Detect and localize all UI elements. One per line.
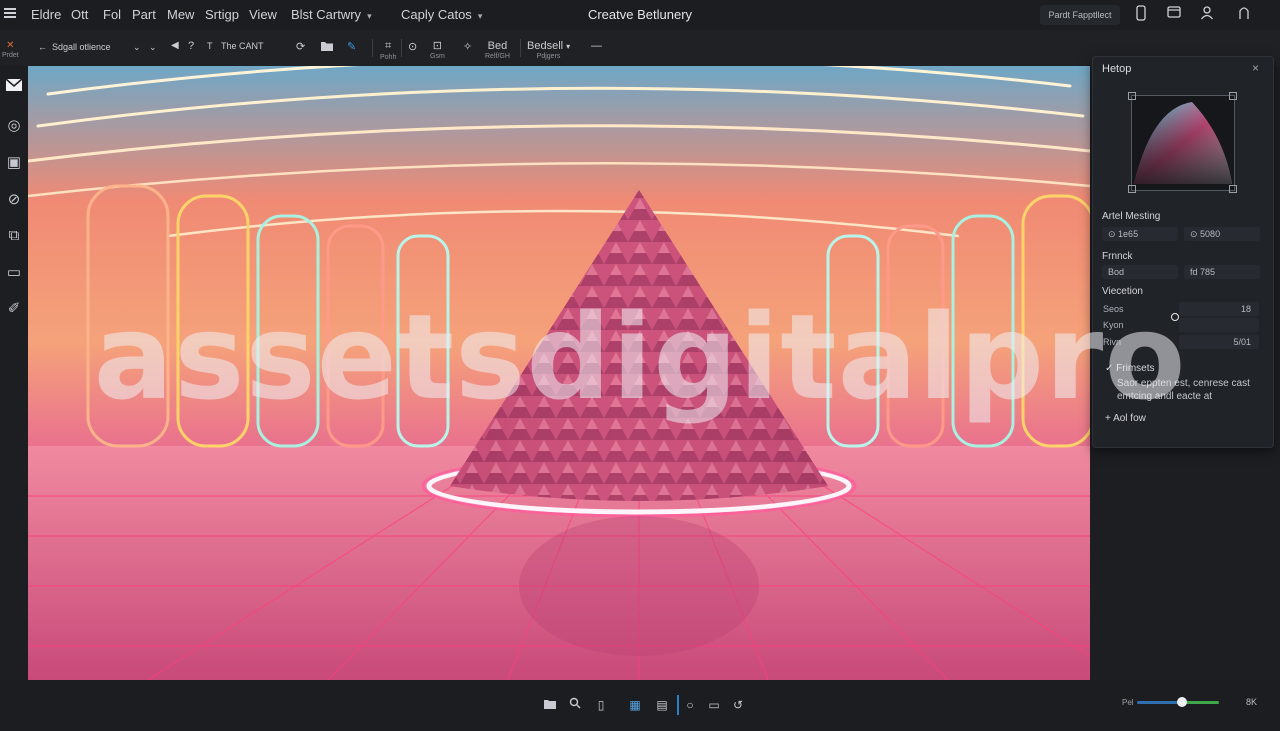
- picker-handle[interactable]: [1229, 185, 1237, 193]
- slider-knob[interactable]: [1171, 313, 1179, 321]
- row-label: Seos: [1103, 304, 1124, 314]
- target-icon[interactable]: ⊙: [408, 40, 417, 53]
- user-icon[interactable]: [1199, 5, 1215, 25]
- breadcrumb[interactable]: Sdgall otlience: [52, 42, 111, 52]
- display-icon[interactable]: ▭: [4, 263, 24, 283]
- tool-icon: ✕: [6, 40, 15, 51]
- toolbar: ✕ Prdet ← Sdgall otlience ⌄ ⌄ ◀ ? T The …: [0, 30, 1280, 67]
- section-artel-mesting[interactable]: Artel Mesting: [1102, 211, 1160, 222]
- section-frimsets[interactable]: ✓ Frimsets: [1105, 363, 1155, 374]
- dropper-icon[interactable]: ✎: [347, 40, 356, 53]
- status-bar: ▯ ▦ ▤ ○ ▭ ↺ Pel 8K: [0, 680, 1280, 731]
- menu-bar: Eldre Ott Fol Part Mew Srtigp View Blst …: [0, 0, 1280, 30]
- close-icon[interactable]: ×: [1252, 61, 1259, 75]
- section-title: Frnnck: [1102, 251, 1133, 262]
- grid-icon[interactable]: ▦: [626, 696, 644, 714]
- color-triangle: [1134, 102, 1232, 184]
- picker-handle[interactable]: [1128, 92, 1136, 100]
- picker-handle[interactable]: [1229, 92, 1237, 100]
- grid-icon: ⌗: [385, 40, 392, 52]
- play-back-icon[interactable]: ◀: [171, 40, 179, 51]
- circle-icon[interactable]: ○: [681, 696, 699, 714]
- search-input[interactable]: Pardt Fapptllect: [1040, 5, 1120, 25]
- field-a[interactable]: ⊙ 1e65: [1102, 227, 1178, 241]
- field-rivn[interactable]: 5/01: [1179, 335, 1259, 349]
- section-title: Viecetion: [1102, 286, 1143, 297]
- chevron-down-icon: ▾: [566, 42, 571, 51]
- picker-handle[interactable]: [1128, 185, 1136, 193]
- name-field[interactable]: The CANT: [221, 41, 264, 51]
- magic-icon[interactable]: ✧: [463, 40, 472, 53]
- section-title: Frimsets: [1116, 363, 1155, 374]
- folder-icon[interactable]: [320, 40, 334, 55]
- tool-pohh-label: Pohh: [380, 54, 397, 61]
- target-icon[interactable]: ◎: [4, 116, 24, 136]
- canvas-viewport[interactable]: [28, 66, 1090, 680]
- chevron-down-icon[interactable]: ⌄: [149, 42, 157, 53]
- minus-icon[interactable]: —: [591, 40, 602, 52]
- text-tool-icon[interactable]: T: [207, 41, 213, 51]
- add-button[interactable]: + Aol fow: [1105, 413, 1146, 424]
- link-icon[interactable]: ⊘: [4, 190, 24, 210]
- section-description: Saor eppten est, cenrese cast emtcing an…: [1117, 378, 1250, 402]
- calendar-icon[interactable]: ▣: [4, 153, 24, 173]
- tool-pohh[interactable]: ⌗ Pohh: [380, 38, 396, 61]
- zoom-label: 8K: [1246, 697, 1258, 707]
- phone-icon[interactable]: [1134, 5, 1148, 25]
- arch-icon[interactable]: [1236, 5, 1252, 25]
- field-b-value: 5080: [1200, 229, 1221, 239]
- preset-label: Prdet: [2, 52, 19, 59]
- divider: [372, 39, 373, 57]
- tool-gsm-label: Gsm: [430, 53, 445, 60]
- back-arrow-icon[interactable]: ←: [38, 42, 47, 52]
- page-icon[interactable]: ▯: [592, 696, 610, 714]
- window-icon[interactable]: [1166, 5, 1182, 25]
- bedsell-dropdown-bottom: Pdjgers: [536, 53, 561, 60]
- canvas-scene: [28, 66, 1090, 680]
- bed-button-top: Bed: [487, 40, 508, 52]
- properties-panel: Hetop × Artel Mesting ⊙ 1e65 ⊙ 5080 Frnn…: [1092, 56, 1274, 448]
- section-frnnck[interactable]: Frnnck: [1102, 251, 1133, 262]
- field-b[interactable]: ⊙ 5080: [1184, 227, 1260, 241]
- bedsell-dropdown[interactable]: Bedsell ▾ Pdjgers: [527, 38, 570, 60]
- panel-title: Hetop: [1102, 63, 1132, 75]
- brush-icon[interactable]: ✐: [4, 299, 24, 319]
- add-button-label: Aol fow: [1113, 413, 1146, 424]
- help-icon[interactable]: ?: [188, 40, 194, 52]
- bed-button-bottom: Relf/GH: [485, 53, 510, 60]
- puzzle-icon[interactable]: ⧉: [4, 226, 24, 246]
- zoom-prefix: Pel: [1122, 698, 1134, 707]
- field-bod[interactable]: Bod: [1102, 265, 1178, 279]
- field-fd[interactable]: fd 785: [1184, 265, 1260, 279]
- divider: [401, 39, 402, 57]
- folder-icon[interactable]: [541, 696, 559, 714]
- stamp-icon: ⊡: [432, 40, 442, 52]
- chevron-down-icon[interactable]: ⌄: [133, 42, 141, 53]
- divider: [520, 39, 521, 57]
- field-a-value: 1e65: [1118, 229, 1139, 239]
- tool-gsm[interactable]: ⊡ Gsm: [430, 38, 445, 60]
- section-viecetion[interactable]: Viecetion: [1102, 286, 1143, 297]
- color-picker[interactable]: [1131, 95, 1235, 191]
- preset-tool[interactable]: ✕ Prdet: [2, 37, 19, 59]
- keyboard-icon[interactable]: ▭: [705, 696, 723, 714]
- zoom-slider-thumb[interactable]: [1177, 697, 1188, 707]
- field-seos[interactable]: 18: [1179, 302, 1259, 316]
- row-label: Rivn: [1103, 337, 1122, 347]
- bedsell-dropdown-top: Bedsell: [527, 40, 564, 52]
- columns-icon[interactable]: ▤: [653, 696, 671, 714]
- bed-button[interactable]: Bed Relf/GH: [485, 38, 510, 60]
- refresh-icon[interactable]: ⟳: [296, 40, 305, 53]
- field-kyon[interactable]: [1179, 318, 1259, 332]
- mail-icon[interactable]: [4, 78, 24, 98]
- row-label: Kyon: [1103, 320, 1124, 330]
- left-tool-rail: ◎ ▣ ⊘ ⧉ ▭ ✐: [0, 66, 28, 680]
- section-title: Artel Mesting: [1102, 211, 1161, 222]
- history-icon[interactable]: ↺: [729, 696, 747, 714]
- divider: [677, 695, 679, 715]
- search-icon[interactable]: [566, 696, 584, 714]
